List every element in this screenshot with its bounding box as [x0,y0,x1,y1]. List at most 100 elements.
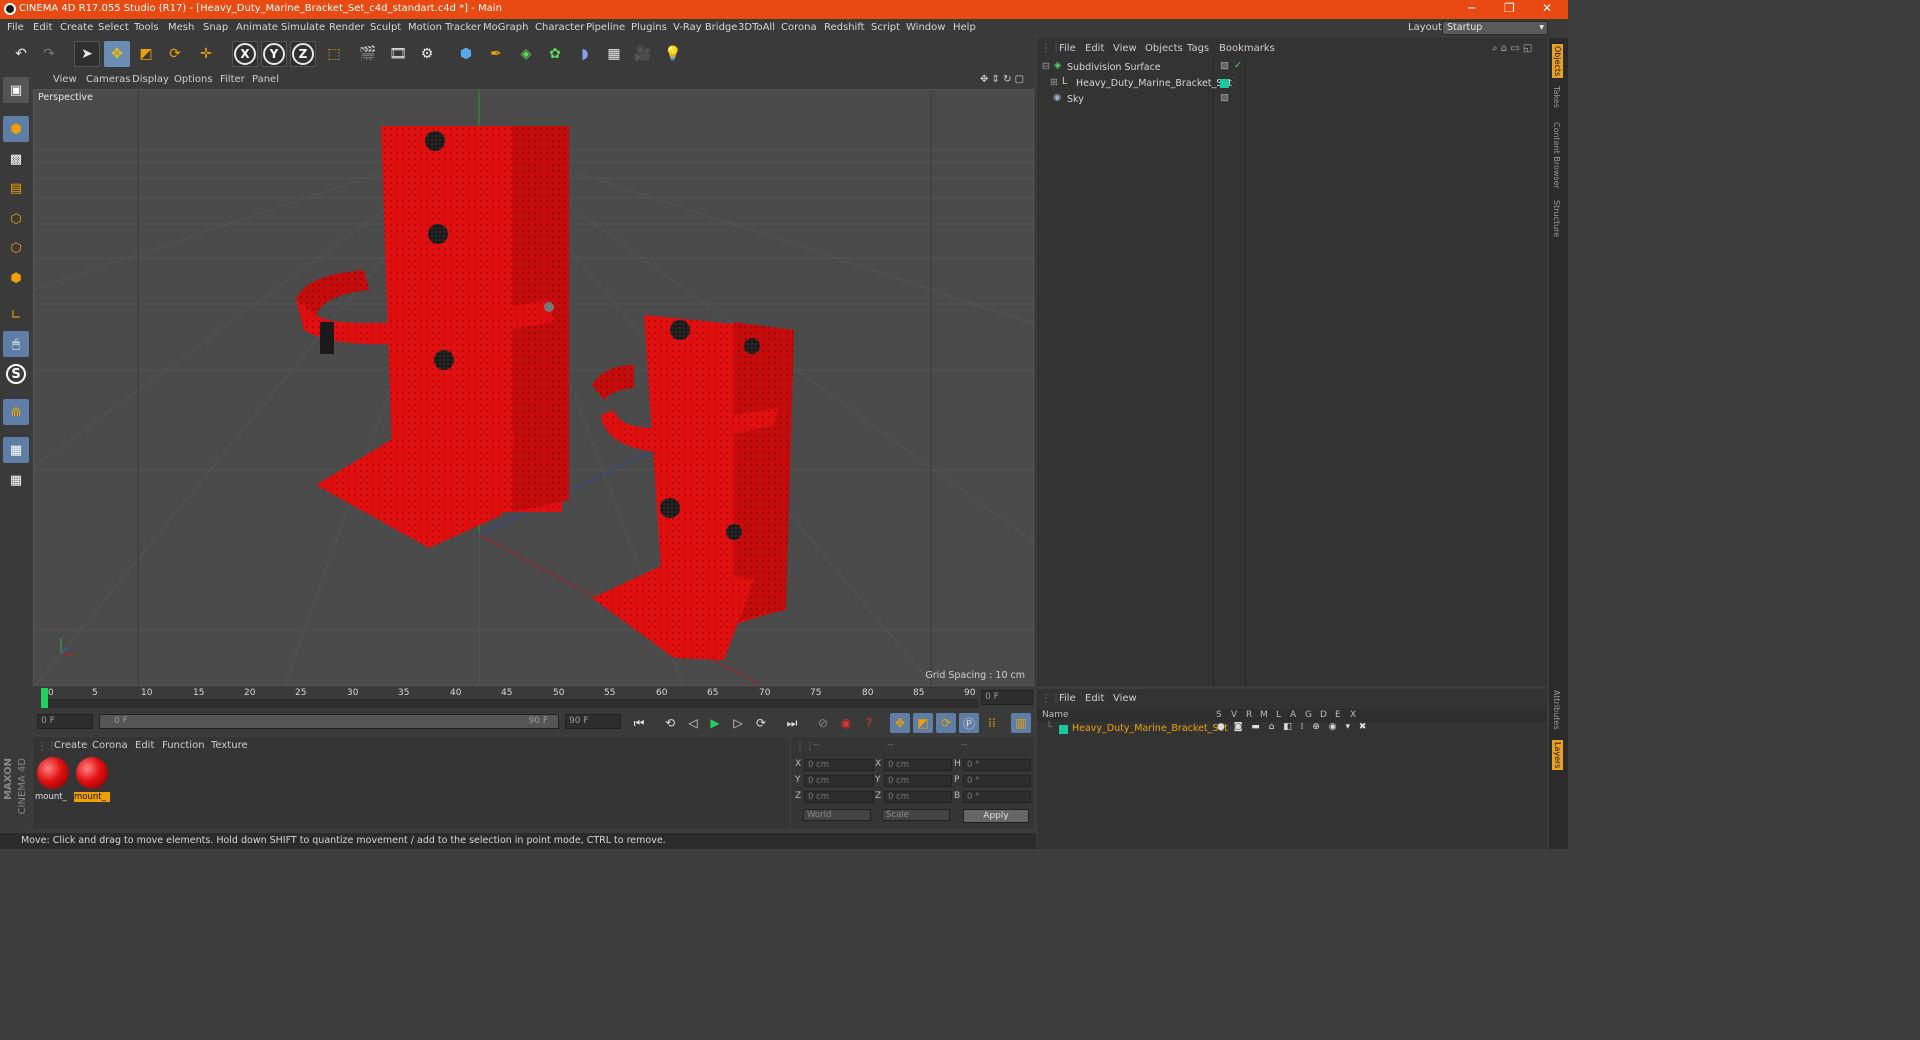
current-frame-field[interactable]: 0 F [981,690,1033,705]
object-row[interactable]: ⊟ ◈ Subdivision Surface ▨ ✓ [1041,60,1547,76]
next-frame-button[interactable]: ▷ [728,713,748,733]
menu-script[interactable]: Script [871,22,900,33]
size-z-field[interactable]: 0 cm [884,791,952,803]
render-picture-viewer-button[interactable]: 🎞 [385,41,411,67]
coordinate-space-dropdown[interactable]: World [803,809,871,821]
edges-mode-button[interactable]: ⬡ [3,235,29,261]
close-icon[interactable]: ✕ [1542,1,1552,15]
materials-menu-edit[interactable]: Edit [135,740,154,751]
layer-color-swatch[interactable] [1220,79,1229,88]
spline-pen-button[interactable]: ✒ [483,41,509,67]
scale-tool-button[interactable]: ◩ [133,41,159,67]
menu-3dtoall[interactable]: 3DToAll [738,22,775,33]
materials-menu-texture[interactable]: Texture [211,740,248,751]
keyframe-selection-button[interactable]: ? [859,713,879,733]
y-axis-lock-button[interactable]: Y [261,41,287,67]
viewport-menu-cameras[interactable]: Cameras [86,74,130,85]
previous-frame-button[interactable]: ◁ [683,713,703,733]
menu-vray-bridge[interactable]: V-Ray Bridge [673,22,737,33]
column-render[interactable]: R [1246,710,1252,720]
end-frame-field[interactable]: 90 F [565,714,621,729]
rotation-b-field[interactable]: 0 ° [963,791,1031,803]
menu-create[interactable]: Create [60,22,93,33]
timeline-window-button[interactable]: ▥ [1011,713,1031,733]
menu-file[interactable]: File [7,22,24,33]
column-locked[interactable]: L [1276,710,1281,720]
record-button[interactable]: ⊘ [813,713,833,733]
menu-mograph[interactable]: MoGraph [483,22,528,33]
menu-edit[interactable]: Edit [33,22,52,33]
column-generators[interactable]: G [1305,710,1312,720]
light-button[interactable]: 💡 [660,41,686,67]
x-axis-lock-button[interactable]: X [232,41,258,67]
menu-motion-tracker[interactable]: Motion Tracker [408,22,481,33]
workplane-button[interactable]: ▤ [3,175,29,201]
menu-snap[interactable]: Snap [203,22,228,33]
menu-render[interactable]: Render [329,22,365,33]
polygons-mode-button[interactable]: ⬢ [3,265,29,291]
column-xref[interactable]: X [1350,710,1356,720]
rotate-tool-button[interactable]: ⟳ [162,41,188,67]
edit-toggle-icon[interactable]: ▨ [1220,92,1229,103]
viewport-menu-display[interactable]: Display [132,74,169,85]
subdivision-surface-button[interactable]: ◈ [513,41,539,67]
tab-attributes[interactable]: Attributes [1552,690,1561,730]
play-button[interactable]: ▶ [705,713,725,733]
cloner-button[interactable]: ✿ [542,41,568,67]
objects-menu-edit[interactable]: Edit [1085,43,1104,54]
select-tool-button[interactable]: ➤ [74,41,100,67]
layer-color-swatch[interactable] [1059,725,1068,734]
viewport-navigation-icons[interactable]: ✥ ⇕ ↻ ▢ [980,74,1024,85]
tab-structure[interactable]: Structure [1552,200,1561,237]
viewport-label[interactable]: Perspective [38,92,93,103]
key-rotation-button[interactable]: ⟳ [936,713,956,733]
floor-button[interactable]: ▦ [601,41,627,67]
undo-button[interactable]: ↶ [8,41,34,67]
lock-workplane-button[interactable]: ▦ [3,437,29,463]
menu-plugins[interactable]: Plugins [631,22,667,33]
tab-content-browser[interactable]: Content Browser [1552,122,1561,189]
column-view[interactable]: V [1231,710,1237,720]
menu-simulate[interactable]: Simulate [281,22,325,33]
menu-help[interactable]: Help [953,22,976,33]
redo-button[interactable]: ↷ [36,41,62,67]
texture-mode-button[interactable]: ▩ [3,146,29,172]
viewport-menu-filter[interactable]: Filter [220,74,245,85]
key-position-button[interactable]: ✥ [890,713,910,733]
layers-menu-edit[interactable]: Edit [1085,693,1104,704]
key-pla-button[interactable]: ⁞⁞ [982,713,1002,733]
rotation-p-field[interactable]: 0 ° [963,775,1031,787]
size-x-field[interactable]: 0 cm [884,759,952,771]
enabled-check-icon[interactable]: ✓ [1234,60,1242,71]
layers-menu-view[interactable]: View [1113,693,1137,704]
objects-menu-objects[interactable]: Objects [1145,43,1183,54]
layer-name[interactable]: Heavy_Duty_Marine_Bracket_Set [1072,723,1228,734]
axis-mode-button[interactable]: ∟ [3,302,29,328]
tab-objects[interactable]: Objects [1552,44,1563,79]
autokey-button[interactable]: ◉ [836,713,856,733]
viewport-menu-options[interactable]: Options [174,74,213,85]
visibility-dots-icon[interactable]: ⁚ [1233,76,1236,85]
menu-select[interactable]: Select [98,22,129,33]
make-editable-button[interactable]: ▣ [3,77,29,103]
position-y-field[interactable]: 0 cm [804,775,874,787]
object-row[interactable]: ◉ Sky ▨ ⁚ [1041,92,1547,108]
go-to-start-button[interactable]: ⏮ [629,713,649,733]
objects-menu-view[interactable]: View [1113,43,1137,54]
key-scale-button[interactable]: ◩ [913,713,933,733]
timeline-track[interactable] [41,699,979,708]
search-icon[interactable]: ⌕ ⌂ ▭ ◱ [1492,43,1532,54]
visibility-dots-icon[interactable]: ⁚ [1233,92,1236,101]
object-row[interactable]: ⊞ Ⅼ Heavy_Duty_Marine_Bracket_Set ⁚ [1041,76,1547,92]
column-solo[interactable]: S [1216,710,1222,720]
next-key-button[interactable]: ⟳ [751,713,771,733]
playhead[interactable] [41,688,48,708]
menu-mesh[interactable]: Mesh [168,22,194,33]
material-swatch[interactable]: mount_ [35,755,71,803]
deformer-button[interactable]: ◗ [572,41,598,67]
layer-toggle-icons[interactable]: ● ◙ ▬ ⌂ ◧ ⁞ ⊕ ◉ ▾ ✖ [1217,722,1369,732]
edit-toggle-icon[interactable]: ▨ [1220,60,1229,71]
restore-icon[interactable]: ❐ [1504,1,1515,15]
size-y-field[interactable]: 0 cm [884,775,952,787]
materials-menu-corona[interactable]: Corona [92,740,128,751]
